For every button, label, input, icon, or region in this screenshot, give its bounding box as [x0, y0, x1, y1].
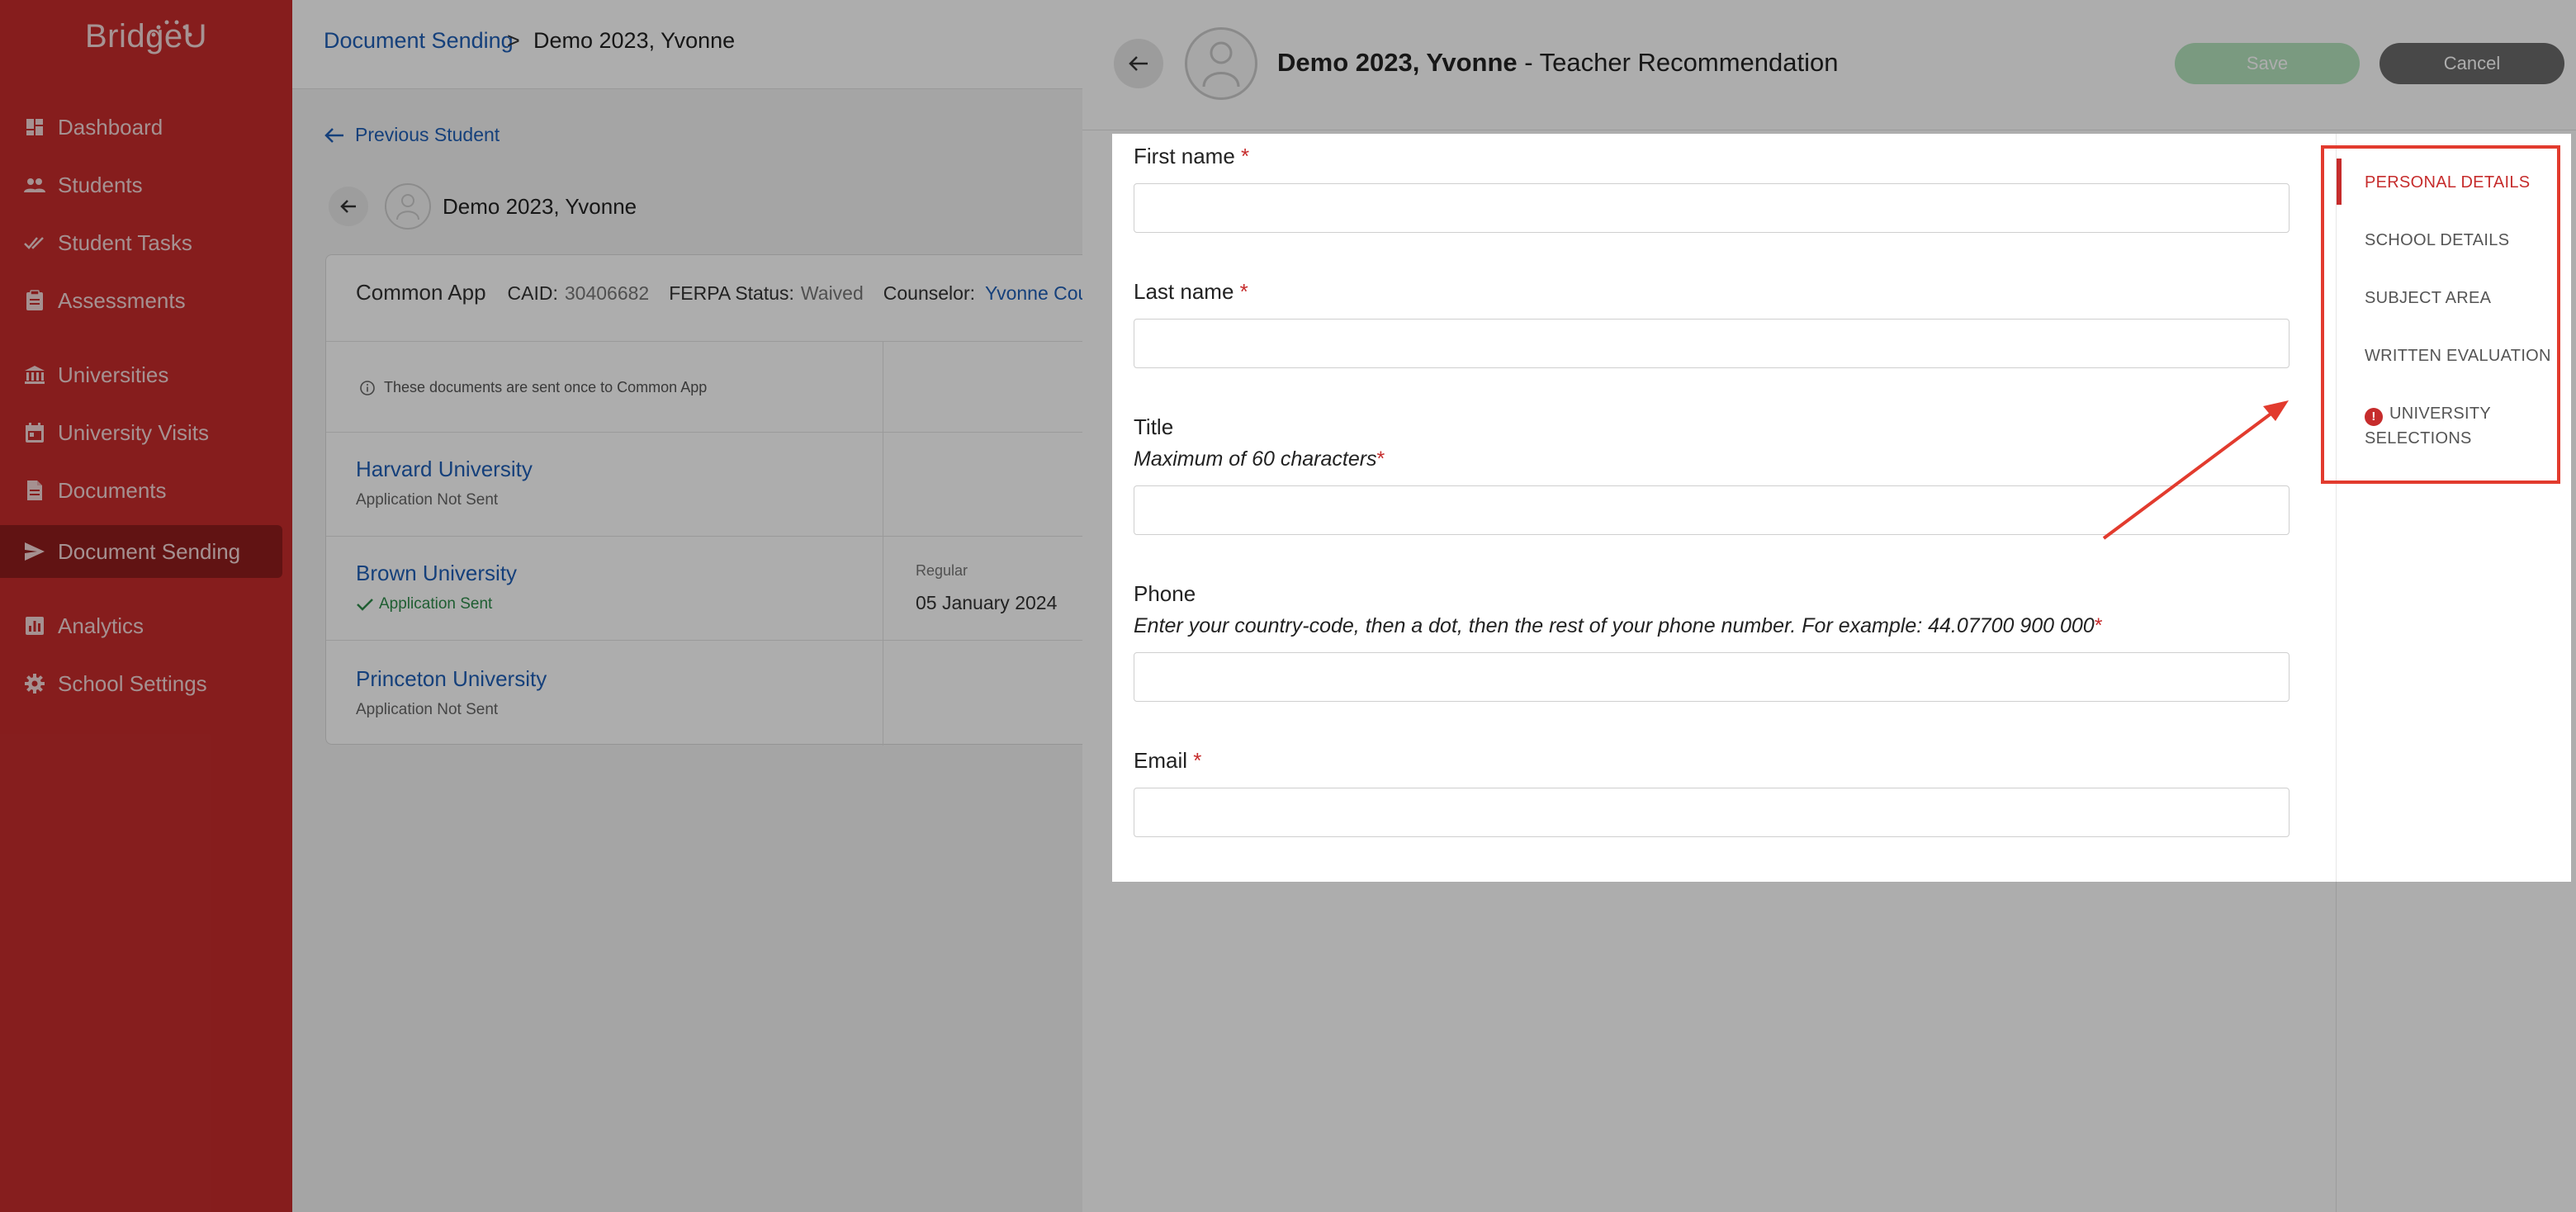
phone-field[interactable] — [1134, 652, 2290, 702]
last-name-field[interactable] — [1134, 319, 2290, 368]
first-name-label: First name * — [1134, 144, 1250, 168]
required-marker: * — [2094, 614, 2103, 637]
section-school-details[interactable]: SCHOOL DETAILS — [2365, 228, 2509, 253]
drawer-dim-right — [2571, 134, 2576, 882]
section-subject-area[interactable]: SUBJECT AREA — [2365, 286, 2491, 310]
drawer-dim-bottom — [1082, 882, 2576, 1212]
drawer-dim-left — [1082, 134, 1112, 882]
first-name-field[interactable] — [1134, 183, 2290, 233]
title-hint: Maximum of 60 characters* — [1134, 447, 1385, 471]
required-marker: * — [1241, 144, 1250, 168]
email-label: Email * — [1134, 748, 1202, 773]
last-name-label: Last name * — [1134, 279, 1248, 304]
required-marker: * — [1376, 447, 1385, 471]
drawer-dim-top — [1082, 0, 2576, 134]
title-label: Title — [1134, 414, 1174, 439]
active-section-indicator — [2337, 159, 2342, 205]
title-field[interactable] — [1134, 485, 2290, 535]
section-university-selections[interactable]: ! UNIVERSITY SELECTIONS — [2365, 401, 2491, 451]
required-marker: * — [1239, 279, 1248, 304]
section-written-evaluation[interactable]: WRITTEN EVALUATION — [2365, 343, 2551, 368]
email-field[interactable] — [1134, 788, 2290, 837]
phone-hint: Enter your country-code, then a dot, the… — [1134, 614, 2103, 637]
section-personal-details[interactable]: PERSONAL DETAILS — [2365, 170, 2530, 195]
phone-label: Phone — [1134, 581, 1196, 606]
exclamation-icon: ! — [2365, 408, 2383, 426]
required-marker: * — [1193, 748, 1202, 773]
